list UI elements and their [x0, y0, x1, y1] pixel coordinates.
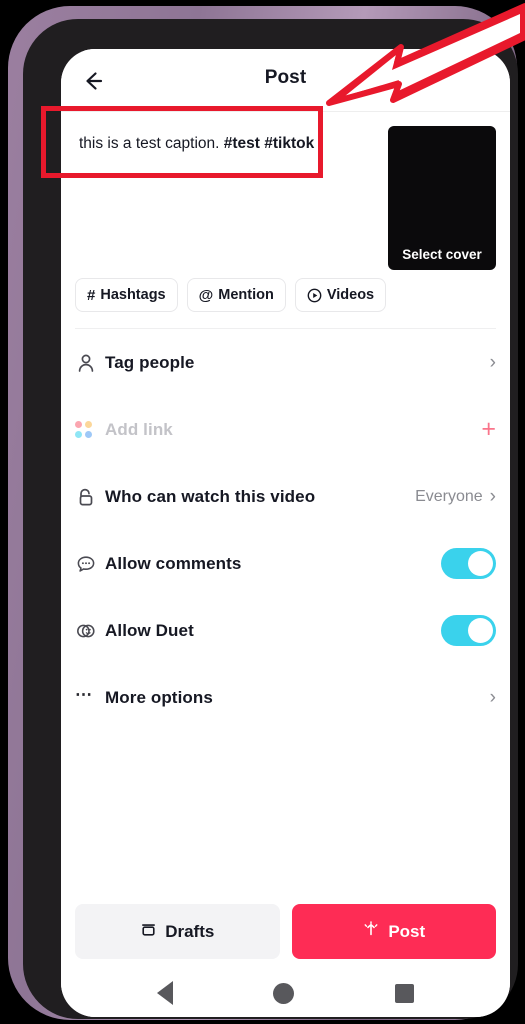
app-header: Post [61, 49, 510, 112]
option-row-add-link[interactable]: Add link + [75, 396, 496, 463]
chip-mention[interactable]: @ Mention [186, 278, 286, 312]
person-icon [75, 352, 105, 374]
plus-icon[interactable]: + [481, 417, 496, 442]
chip-videos-label: Videos [326, 287, 375, 303]
nav-home-button[interactable] [273, 982, 295, 1004]
caption-input[interactable]: this is a test caption. #test #tiktok [75, 126, 382, 230]
duet-icon [75, 620, 105, 642]
chip-hashtags[interactable]: # Hashtags [75, 278, 178, 312]
toggle-allow-comments[interactable] [441, 548, 496, 579]
nav-back-button[interactable] [157, 981, 174, 1005]
caption-hashtags: #test #tiktok [223, 135, 315, 152]
drafts-button-label: Drafts [165, 921, 215, 941]
post-button-label: Post [388, 921, 426, 941]
option-row-who-can-watch[interactable]: Who can watch this video Everyone › [75, 463, 496, 530]
option-row-more-options[interactable]: ⋯ More options › [75, 664, 496, 731]
select-cover-thumbnail[interactable]: Select cover [388, 126, 496, 270]
option-row-tag-people[interactable]: Tag people › [75, 329, 496, 396]
phone-screen: Post this is a test caption. #test #tikt… [61, 49, 510, 1017]
chip-mention-label: Mention [218, 287, 274, 303]
chip-videos[interactable]: Videos [294, 278, 387, 312]
caption-plain-text: this is a test caption. [79, 135, 220, 152]
phone-frame: Post this is a test caption. #test #tikt… [8, 6, 518, 1020]
unlock-icon [75, 486, 105, 508]
chip-hashtags-label: Hashtags [100, 287, 166, 303]
option-label-who-can-watch: Who can watch this video [105, 486, 316, 506]
drafts-button[interactable]: Drafts [75, 904, 280, 959]
comment-bubble-icon [75, 553, 105, 575]
quick-insert-chip-row: # Hashtags @ Mention Videos [61, 276, 510, 312]
option-label-add-link: Add link [105, 419, 173, 439]
post-button[interactable]: Post [291, 904, 496, 959]
option-row-allow-comments[interactable]: Allow comments [75, 530, 496, 597]
option-label-tag-people: Tag people [105, 352, 195, 372]
play-circle-icon [307, 288, 322, 303]
ellipsis-icon: ⋯ [75, 685, 94, 704]
option-value-who-can-watch: Everyone [415, 487, 483, 505]
chevron-right-icon: › [489, 687, 496, 708]
at-mention-icon: @ [198, 286, 214, 304]
chevron-right-icon: › [489, 486, 496, 507]
toggle-allow-duet[interactable] [441, 615, 496, 646]
caption-area: this is a test caption. #test #tiktok Se… [61, 112, 510, 276]
option-label-allow-comments: Allow comments [105, 553, 242, 573]
options-list: Tag people › Add link + Who can watch th… [61, 329, 510, 731]
toggle-knob [468, 551, 493, 576]
nav-recents-button[interactable] [394, 983, 414, 1003]
option-label-more-options: More options [105, 687, 213, 707]
drafts-box-icon [140, 921, 157, 943]
select-cover-label: Select cover [402, 247, 482, 262]
phone-bezel: Post this is a test caption. #test #tikt… [23, 19, 518, 1019]
option-row-allow-duet[interactable]: Allow Duet [75, 597, 496, 664]
bottom-action-bar: Drafts Post [61, 904, 510, 959]
sparkle-icon [362, 920, 380, 943]
chevron-right-icon: › [489, 352, 496, 373]
four-dots-icon [75, 421, 105, 438]
toggle-knob [468, 618, 493, 643]
hashtag-icon: # [87, 286, 96, 304]
option-label-allow-duet: Allow Duet [105, 620, 194, 640]
android-nav-bar [61, 969, 510, 1017]
page-title: Post [264, 67, 307, 88]
